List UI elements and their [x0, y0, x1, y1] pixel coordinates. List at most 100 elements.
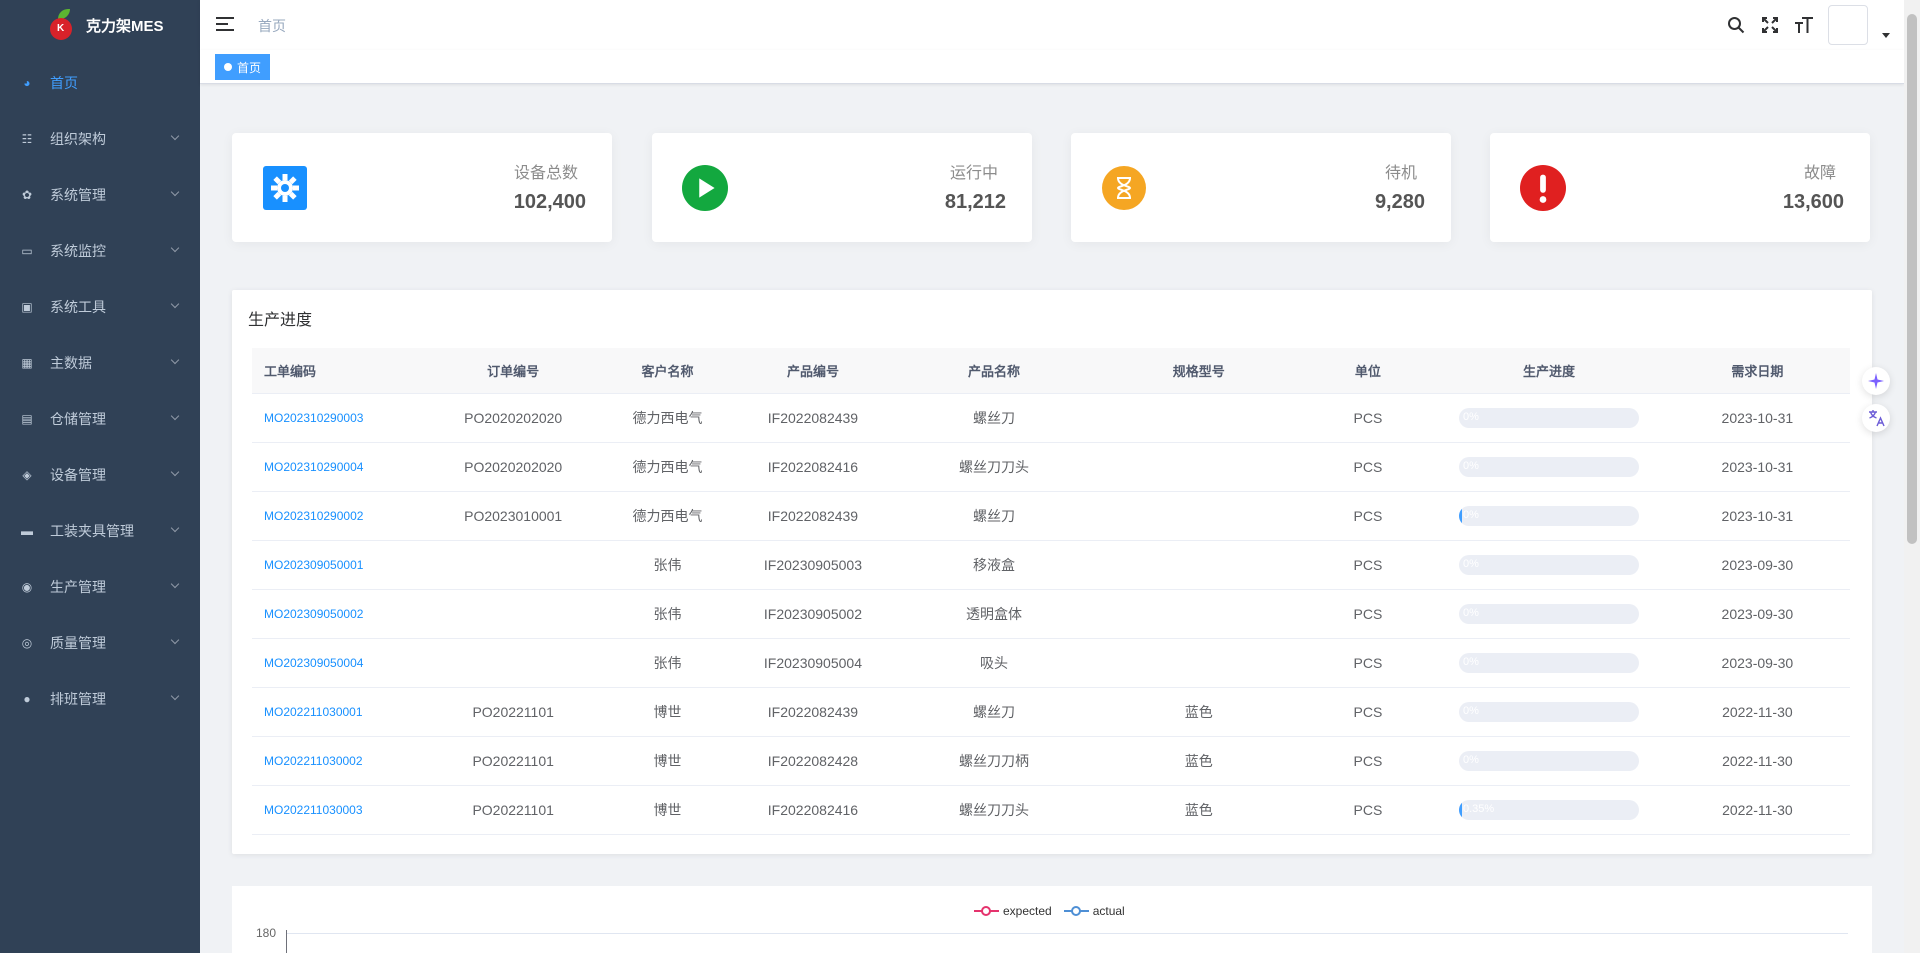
- cell-product-code: IF2022082439: [732, 687, 894, 737]
- cell-order: [424, 589, 603, 639]
- cell-unit: PCS: [1302, 736, 1434, 786]
- avatar[interactable]: [1828, 5, 1868, 45]
- column-header[interactable]: 需求日期: [1664, 348, 1850, 394]
- sidebar-item-quality[interactable]: ◎ 质量管理: [0, 615, 200, 671]
- y-axis: [286, 930, 287, 953]
- work-order-link[interactable]: MO202310290004: [252, 442, 425, 492]
- cell-customer: 博世: [602, 687, 733, 737]
- work-order-link[interactable]: MO202310290003: [252, 393, 425, 443]
- table-row[interactable]: MO202211030003 PO20221101 博世 IF2022082416 螺丝…: [252, 785, 1850, 835]
- stat-card-running[interactable]: 运行中 81,212: [652, 133, 1032, 242]
- search-icon[interactable]: [1726, 15, 1746, 35]
- column-header[interactable]: 单位: [1302, 348, 1434, 394]
- table-row[interactable]: MO202309050001 张伟 IF20230905003 移液盒 PCS 0% 202…: [252, 540, 1850, 590]
- cell-unit: PCS: [1302, 540, 1434, 590]
- logo[interactable]: K 克力架MES: [0, 0, 200, 50]
- cell-product-name: 螺丝刀: [893, 491, 1095, 541]
- table-row[interactable]: MO202309050002 张伟 IF20230905002 透明盒体 PCS 0% 20…: [252, 589, 1850, 639]
- work-order-link[interactable]: MO202309050004: [252, 638, 425, 688]
- translate-icon[interactable]: [1862, 404, 1890, 432]
- system-icon: ✿: [21, 188, 33, 202]
- work-order-link[interactable]: MO202310290002: [252, 491, 425, 541]
- table-body: MO202310290003 PO2020202020 德力西电气 IF2022082…: [252, 393, 1850, 835]
- sidebar-item-system[interactable]: ✿ 系统管理: [0, 167, 200, 223]
- cell-spec: [1094, 589, 1303, 639]
- font-size-icon[interactable]: [1794, 15, 1814, 35]
- breadcrumb[interactable]: 首页: [258, 16, 286, 36]
- legend-actual[interactable]: actual: [1063, 904, 1125, 918]
- cell-progress: 0%: [1433, 589, 1665, 639]
- legend-label: actual: [1092, 904, 1125, 918]
- progress-text: 0%: [1462, 606, 1479, 619]
- sidebar-item-wms[interactable]: ▤ 仓储管理: [0, 391, 200, 447]
- cell-unit: PCS: [1302, 785, 1434, 835]
- cell-order: PO20221101: [424, 785, 603, 835]
- column-header[interactable]: 生产进度: [1433, 348, 1665, 394]
- cell-customer: 博世: [602, 736, 733, 786]
- table-row[interactable]: MO202211030001 PO20221101 博世 IF2022082439 螺丝…: [252, 687, 1850, 737]
- work-order-link[interactable]: MO202211030001: [252, 687, 425, 737]
- cell-customer: 德力西电气: [602, 491, 733, 541]
- sidebar-item-label: 首页: [50, 75, 78, 91]
- cell-date: 2023-09-30: [1664, 589, 1850, 639]
- column-header[interactable]: 产品编号: [732, 348, 894, 394]
- legend-expected[interactable]: expected: [974, 904, 1052, 918]
- ai-sparkle-icon[interactable]: [1862, 367, 1890, 395]
- cell-spec: [1094, 491, 1303, 541]
- chevron-down-icon[interactable]: [1882, 32, 1890, 38]
- stat-card-fault[interactable]: 故障 13,600: [1490, 133, 1870, 242]
- hamburger-menu-icon[interactable]: [216, 16, 234, 32]
- table-row[interactable]: MO202310290004 PO2020202020 德力西电气 IF2022082…: [252, 442, 1850, 492]
- sidebar-item-org[interactable]: ☷ 组织架构: [0, 111, 200, 167]
- cell-product-name: 螺丝刀刀头: [893, 442, 1095, 492]
- stat-card-total[interactable]: 设备总数 102,400: [232, 133, 612, 242]
- sidebar-item-home[interactable]: ◕ 首页: [0, 55, 200, 111]
- table-row[interactable]: MO202211030002 PO20221101 博世 IF2022082428 螺丝…: [252, 736, 1850, 786]
- column-header[interactable]: 规格型号: [1094, 348, 1303, 394]
- stat-value: 13,600: [1782, 191, 1844, 213]
- table-row[interactable]: MO202309050004 张伟 IF20230905004 吸头 PCS 0% 2023…: [252, 638, 1850, 688]
- progress-text: 0%: [1462, 459, 1479, 472]
- column-header[interactable]: 客户名称: [602, 348, 733, 394]
- cell-date: 2023-09-30: [1664, 638, 1850, 688]
- tag-home[interactable]: 首页: [215, 54, 271, 80]
- sidebar-item-monitor[interactable]: ▭ 系统监控: [0, 223, 200, 279]
- cell-spec: [1094, 540, 1303, 590]
- cell-customer: 张伟: [602, 638, 733, 688]
- sidebar-item-shift[interactable]: ● 排班管理: [0, 671, 200, 727]
- cell-spec: [1094, 638, 1303, 688]
- exclamation-icon: [1520, 165, 1566, 211]
- cell-date: 2023-10-31: [1664, 442, 1850, 492]
- sidebar-item-label: 系统工具: [50, 299, 106, 315]
- chart-legend: expected actual: [974, 904, 1125, 918]
- work-order-link[interactable]: MO202309050001: [252, 540, 425, 590]
- sidebar-item-label: 系统监控: [50, 243, 106, 259]
- table-icon: ▦: [21, 356, 33, 370]
- sidebar-item-fixture[interactable]: ▬ 工装夹具管理: [0, 503, 200, 559]
- sidebar-item-label: 质量管理: [50, 635, 106, 651]
- eye-icon: ◉: [21, 580, 33, 594]
- sidebar-item-masterdata[interactable]: ▦ 主数据: [0, 335, 200, 391]
- hourglass-icon: [1101, 165, 1147, 211]
- scrollbar-thumb[interactable]: [1907, 14, 1917, 544]
- table-row[interactable]: MO202310290003 PO2020202020 德力西电气 IF2022082…: [252, 393, 1850, 443]
- chevron-down-icon: [170, 635, 180, 645]
- work-order-link[interactable]: MO202211030002: [252, 736, 425, 786]
- sidebar-item-device[interactable]: ◈ 设备管理: [0, 447, 200, 503]
- column-header[interactable]: 工单编码: [252, 348, 425, 394]
- sidebar-item-tool[interactable]: ▣ 系统工具: [0, 279, 200, 335]
- sidebar-item-production[interactable]: ◉ 生产管理: [0, 559, 200, 615]
- progress-bar: 0%: [1458, 456, 1639, 477]
- stat-card-standby[interactable]: 待机 9,280: [1071, 133, 1451, 242]
- work-order-link[interactable]: MO202211030003: [252, 785, 425, 835]
- sidebar-menu: ◕ 首页 ☷ 组织架构 ✿ 系统管理 ▭ 系统监控 ▣ 系统工具 ▦ 主数据 ▤ 仓储管理 ◈ 设备管理 ▬ 工装…: [0, 55, 200, 727]
- table-row[interactable]: MO202310290002 PO2023010001 德力西电气 IF2022082…: [252, 491, 1850, 541]
- column-header[interactable]: 订单编号: [424, 348, 603, 394]
- cell-progress: 0%: [1433, 393, 1665, 443]
- cell-progress: 0%: [1433, 491, 1665, 541]
- page-scrollbar[interactable]: [1904, 0, 1920, 953]
- column-header[interactable]: 产品名称: [893, 348, 1095, 394]
- fullscreen-icon[interactable]: [1760, 15, 1780, 35]
- production-chart: expected actual 180: [232, 886, 1872, 953]
- work-order-link[interactable]: MO202309050002: [252, 589, 425, 639]
